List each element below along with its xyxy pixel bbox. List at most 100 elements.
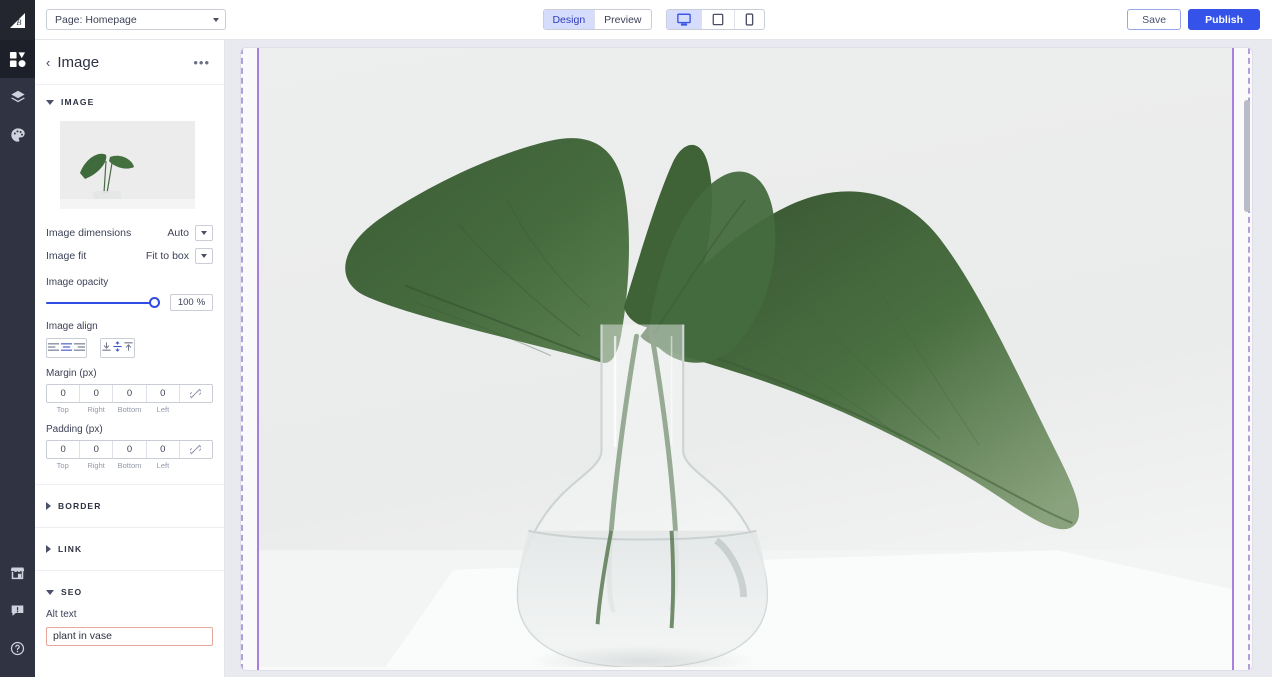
padding-caption-top: Top bbox=[56, 461, 69, 470]
chevron-down-icon bbox=[46, 99, 54, 105]
thumbnail-preview-icon bbox=[60, 121, 195, 209]
margin-bottom-input[interactable]: 0 bbox=[113, 385, 147, 402]
align-middle-button[interactable] bbox=[112, 339, 123, 357]
margin-left-input[interactable]: 0 bbox=[146, 385, 180, 402]
device-mobile[interactable] bbox=[735, 10, 764, 29]
selection-bar-left bbox=[257, 48, 259, 670]
top-toolbar: Page: Homepage Design Preview Save Publi… bbox=[35, 0, 1272, 40]
image-fit-label: Image fit bbox=[46, 249, 87, 262]
opacity-value: 100 bbox=[177, 297, 194, 308]
vertical-align-group bbox=[100, 338, 135, 358]
save-button[interactable]: Save bbox=[1127, 9, 1182, 30]
selection-bar-right bbox=[1232, 48, 1234, 670]
slider-track bbox=[46, 301, 160, 304]
chevron-down-icon bbox=[213, 17, 219, 22]
padding-bottom-input[interactable]: 0 bbox=[113, 441, 147, 458]
image-align-controls bbox=[46, 338, 213, 358]
workspace: ‹ Image ••• IMAGE Image dimensions Auto … bbox=[35, 40, 1272, 677]
section-image-body: Image dimensions Auto Image fit Fit to b… bbox=[35, 121, 224, 484]
rail-item-feedback[interactable] bbox=[0, 591, 35, 629]
margin-caption-blank bbox=[180, 405, 213, 414]
rail-item-layers[interactable] bbox=[0, 78, 35, 116]
rail-item-help[interactable] bbox=[0, 629, 35, 667]
align-left-button[interactable] bbox=[47, 339, 60, 357]
align-bottom-icon bbox=[102, 342, 111, 351]
rail-item-theme[interactable] bbox=[0, 116, 35, 154]
mode-design[interactable]: Design bbox=[543, 10, 596, 29]
align-bottom-button[interactable] bbox=[101, 339, 112, 357]
align-center-button[interactable] bbox=[60, 339, 73, 357]
page-selector[interactable]: Page: Homepage bbox=[46, 9, 226, 30]
canvas-image[interactable] bbox=[259, 48, 1232, 667]
image-fit-dropdown[interactable] bbox=[195, 247, 213, 264]
row-image-fit: Image fit Fit to box bbox=[46, 244, 213, 267]
padding-inputs: 0 0 0 0 bbox=[46, 440, 213, 459]
alt-text-label: Alt text bbox=[46, 609, 77, 620]
layers-icon bbox=[10, 90, 25, 103]
feedback-icon bbox=[11, 605, 24, 616]
plant-in-vase-photo bbox=[259, 48, 1232, 667]
unlink-icon bbox=[190, 388, 202, 399]
opacity-slider[interactable] bbox=[46, 296, 160, 310]
panel-header: ‹ Image ••• bbox=[35, 40, 224, 85]
ellipsis-icon[interactable]: ••• bbox=[193, 55, 210, 70]
padding-link-toggle[interactable] bbox=[179, 441, 212, 458]
device-toggle bbox=[665, 9, 765, 30]
margin-caption-bottom: Bottom bbox=[117, 405, 142, 414]
section-border-header[interactable]: BORDER bbox=[35, 485, 224, 527]
canvas-area bbox=[225, 40, 1272, 677]
unlink-icon bbox=[190, 444, 202, 455]
slider-knob[interactable] bbox=[149, 297, 160, 308]
publish-button[interactable]: Publish bbox=[1188, 9, 1260, 30]
device-desktop[interactable] bbox=[666, 10, 702, 29]
toolbar-actions: Save Publish bbox=[1127, 9, 1260, 30]
builder-logo[interactable]: B bbox=[0, 0, 35, 40]
properties-panel: ‹ Image ••• IMAGE Image dimensions Auto … bbox=[35, 40, 225, 677]
store-icon bbox=[10, 567, 25, 579]
row-image-dimensions: Image dimensions Auto bbox=[46, 221, 213, 244]
page-selector-value: Page: Homepage bbox=[55, 13, 137, 26]
canvas-scrollbar-thumb[interactable] bbox=[1244, 100, 1250, 212]
padding-captions: Top Right Bottom Left bbox=[46, 461, 213, 470]
main-column: Page: Homepage Design Preview Save Publi… bbox=[35, 0, 1272, 677]
padding-left-input[interactable]: 0 bbox=[146, 441, 180, 458]
section-link-header[interactable]: LINK bbox=[35, 528, 224, 570]
toolbar-center-group: Design Preview bbox=[542, 9, 765, 30]
padding-top-input[interactable]: 0 bbox=[47, 441, 81, 458]
page-stage bbox=[241, 48, 1252, 670]
align-top-icon bbox=[124, 342, 133, 351]
padding-caption-blank bbox=[180, 461, 213, 470]
image-dimensions-value: Auto bbox=[167, 226, 189, 239]
image-dimensions-label: Image dimensions bbox=[46, 226, 132, 239]
margin-top-input[interactable]: 0 bbox=[47, 385, 81, 402]
padding-right-input[interactable]: 0 bbox=[80, 441, 114, 458]
section-image-header[interactable]: IMAGE bbox=[35, 85, 224, 117]
section-seo-header[interactable]: SEO bbox=[35, 571, 224, 609]
image-dimensions-dropdown[interactable] bbox=[195, 224, 213, 241]
desktop-icon bbox=[676, 13, 691, 26]
alt-text-input[interactable] bbox=[46, 626, 213, 646]
chevron-right-icon bbox=[46, 545, 51, 553]
device-tablet[interactable] bbox=[702, 10, 735, 29]
margin-link-toggle[interactable] bbox=[179, 385, 212, 402]
opacity-value-box[interactable]: 100 % bbox=[170, 294, 213, 311]
align-middle-icon bbox=[113, 341, 122, 352]
align-top-button[interactable] bbox=[123, 339, 134, 357]
help-icon bbox=[10, 641, 25, 655]
rail-item-widgets[interactable] bbox=[0, 40, 35, 78]
margin-right-input[interactable]: 0 bbox=[80, 385, 114, 402]
builder-logo-icon: B bbox=[10, 12, 25, 28]
margin-caption-right: Right bbox=[87, 405, 105, 414]
mode-preview[interactable]: Preview bbox=[595, 10, 650, 29]
rail-item-store[interactable] bbox=[0, 553, 35, 591]
align-right-button[interactable] bbox=[73, 339, 86, 357]
chevron-left-icon[interactable]: ‹ bbox=[46, 56, 50, 69]
margin-caption-left: Left bbox=[156, 405, 170, 414]
padding-block: Padding (px) 0 0 0 0 Top Right Bottom Le… bbox=[46, 424, 213, 470]
margin-captions: Top Right Bottom Left bbox=[46, 405, 213, 414]
app-root: B Page: Homepage Design Preview Save Pub… bbox=[0, 0, 1272, 677]
section-image-label: IMAGE bbox=[61, 97, 95, 107]
section-border-label: BORDER bbox=[58, 501, 102, 511]
image-thumbnail[interactable] bbox=[60, 121, 195, 209]
image-fit-value: Fit to box bbox=[145, 249, 189, 262]
